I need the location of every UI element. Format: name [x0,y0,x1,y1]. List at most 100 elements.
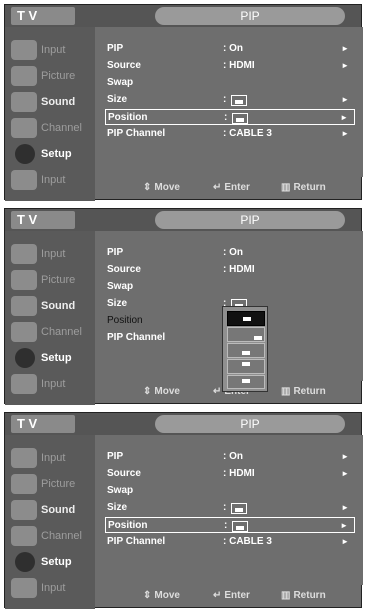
hint-enter: ↵Enter [213,182,250,193]
tv-menu-screen-3: T V PIP Input Picture Sound Channel Setu… [4,412,363,609]
channel-icon [11,322,37,342]
sidebar-item-input-2[interactable]: Input [11,167,91,193]
menu-row-source[interactable]: Source: HDMI ► [105,58,355,74]
menu-row-swap[interactable]: Swap [105,75,355,91]
input-icon [11,40,37,60]
arrow-right-icon: ► [341,452,349,461]
sidebar: Input Picture Sound Channel Setup Input [5,435,95,609]
sidebar-item-setup[interactable]: Setup [11,549,91,575]
pip-position-icon [232,521,248,532]
hint-return: ▥ Return [281,386,326,397]
sidebar: Input Picture Sound Channel Setup Input [5,231,95,405]
menu-content: PIP: On ► Source: HDMI ► Swap Size: ► Posit… [95,27,363,177]
sidebar-item-setup[interactable]: Setup [11,345,91,371]
input-icon [11,448,37,468]
tv-menu-screen-1: T V PIP Input Picture Sound Channel Setu… [4,4,363,201]
menu-title: PIP [155,7,345,25]
up-down-arrows-icon: ⇕ [143,182,152,193]
enter-icon: ↵ [213,386,222,397]
menu-row-size[interactable]: Size: ► [105,92,355,108]
sidebar-item-input-2[interactable]: Input [11,575,91,601]
arrow-right-icon: ► [341,129,349,138]
pip-window-icon [254,336,262,340]
menu-row-source[interactable]: Source: HDMI [105,262,355,278]
sidebar-item-input[interactable]: Input [11,445,91,471]
bottom-hint-bar: ⇕Move ↵Enter ▥Return [95,177,363,199]
pip-size-icon [231,503,247,514]
menu-row-pip-channel[interactable]: PIP Channel: CABLE 3 ► [105,534,355,550]
sound-icon [11,296,37,316]
hint-enter: ↵Enter [213,590,250,601]
sound-icon [11,92,37,112]
menu-row-pip[interactable]: PIP: On ► [105,41,355,57]
sidebar-item-channel[interactable]: Channel [11,319,91,345]
up-down-arrows-icon: ⇕ [143,590,152,601]
bottom-hint-bar: ⇕Move ↵Enter ▥Return [95,585,363,607]
input-icon [11,170,37,190]
picture-icon [11,270,37,290]
arrow-right-icon: ► [341,95,349,104]
pip-size-icon [231,95,247,106]
sidebar: Input Picture Sound Channel Setup Input [5,27,95,201]
menu-row-swap[interactable]: Swap [105,483,355,499]
position-option-top-left[interactable] [227,359,265,374]
menu-row-pip-channel[interactable]: PIP Channel: CABLE 3 ► [105,126,355,142]
sidebar-item-channel[interactable]: Channel [11,115,91,141]
sidebar-item-channel[interactable]: Channel [11,523,91,549]
channel-icon [11,526,37,546]
position-dropdown[interactable] [222,306,268,392]
return-icon: ▥ [281,590,291,601]
menu-row-swap[interactable]: Swap [105,279,355,295]
hint-return: ▥ Return [281,590,326,601]
setup-icon [15,144,35,164]
return-icon: ▥ [281,386,291,397]
menu-row-source[interactable]: Source: HDMI ► [105,466,355,482]
menu-row-position[interactable]: Position: ► [105,517,355,533]
position-option-bottom-right[interactable] [227,311,265,326]
menu-row-position[interactable]: Position: ► [105,109,355,125]
input-icon [11,578,37,598]
channel-icon [11,118,37,138]
arrow-right-icon: ► [341,61,349,70]
position-option-bottom-right-alt[interactable] [227,327,265,342]
sidebar-item-picture[interactable]: Picture [11,267,91,293]
arrow-right-icon: ► [340,521,348,530]
pip-window-icon [242,379,250,383]
pip-position-icon [232,113,248,124]
hint-move: ⇕ Move [143,386,180,397]
sidebar-item-picture[interactable]: Picture [11,471,91,497]
arrow-right-icon: ► [340,113,348,122]
picture-icon [11,66,37,86]
enter-icon: ↵ [213,182,222,193]
hint-move: ⇕ Move [143,590,180,601]
sidebar-item-sound[interactable]: Sound [11,293,91,319]
app-title: T V [11,415,75,433]
arrow-right-icon: ► [341,469,349,478]
menu-content: PIP: On ► Source: HDMI ► Swap Size: ► Posit… [95,435,363,585]
setup-icon [15,348,35,368]
pip-window-icon [243,317,251,321]
sound-icon [11,500,37,520]
setup-icon [15,552,35,572]
sidebar-item-input[interactable]: Input [11,241,91,267]
menu-row-pip[interactable]: PIP: On ► [105,449,355,465]
up-down-arrows-icon: ⇕ [143,386,152,397]
sidebar-item-setup[interactable]: Setup [11,141,91,167]
arrow-right-icon: ► [341,503,349,512]
sidebar-item-input[interactable]: Input [11,37,91,63]
sidebar-item-sound[interactable]: Sound [11,497,91,523]
hint-move: ⇕ Move [143,182,180,193]
app-title: T V [11,211,75,229]
sidebar-item-sound[interactable]: Sound [11,89,91,115]
sidebar-item-input-2[interactable]: Input [11,371,91,397]
sidebar-item-picture[interactable]: Picture [11,63,91,89]
position-option-top-right[interactable] [227,375,265,389]
enter-icon: ↵ [213,590,222,601]
menu-row-pip[interactable]: PIP: On [105,245,355,261]
picture-icon [11,474,37,494]
menu-title: PIP [155,211,345,229]
menu-row-size[interactable]: Size: ► [105,500,355,516]
position-option-bottom-left[interactable] [227,343,265,358]
pip-window-icon [242,351,250,355]
arrow-right-icon: ► [341,537,349,546]
